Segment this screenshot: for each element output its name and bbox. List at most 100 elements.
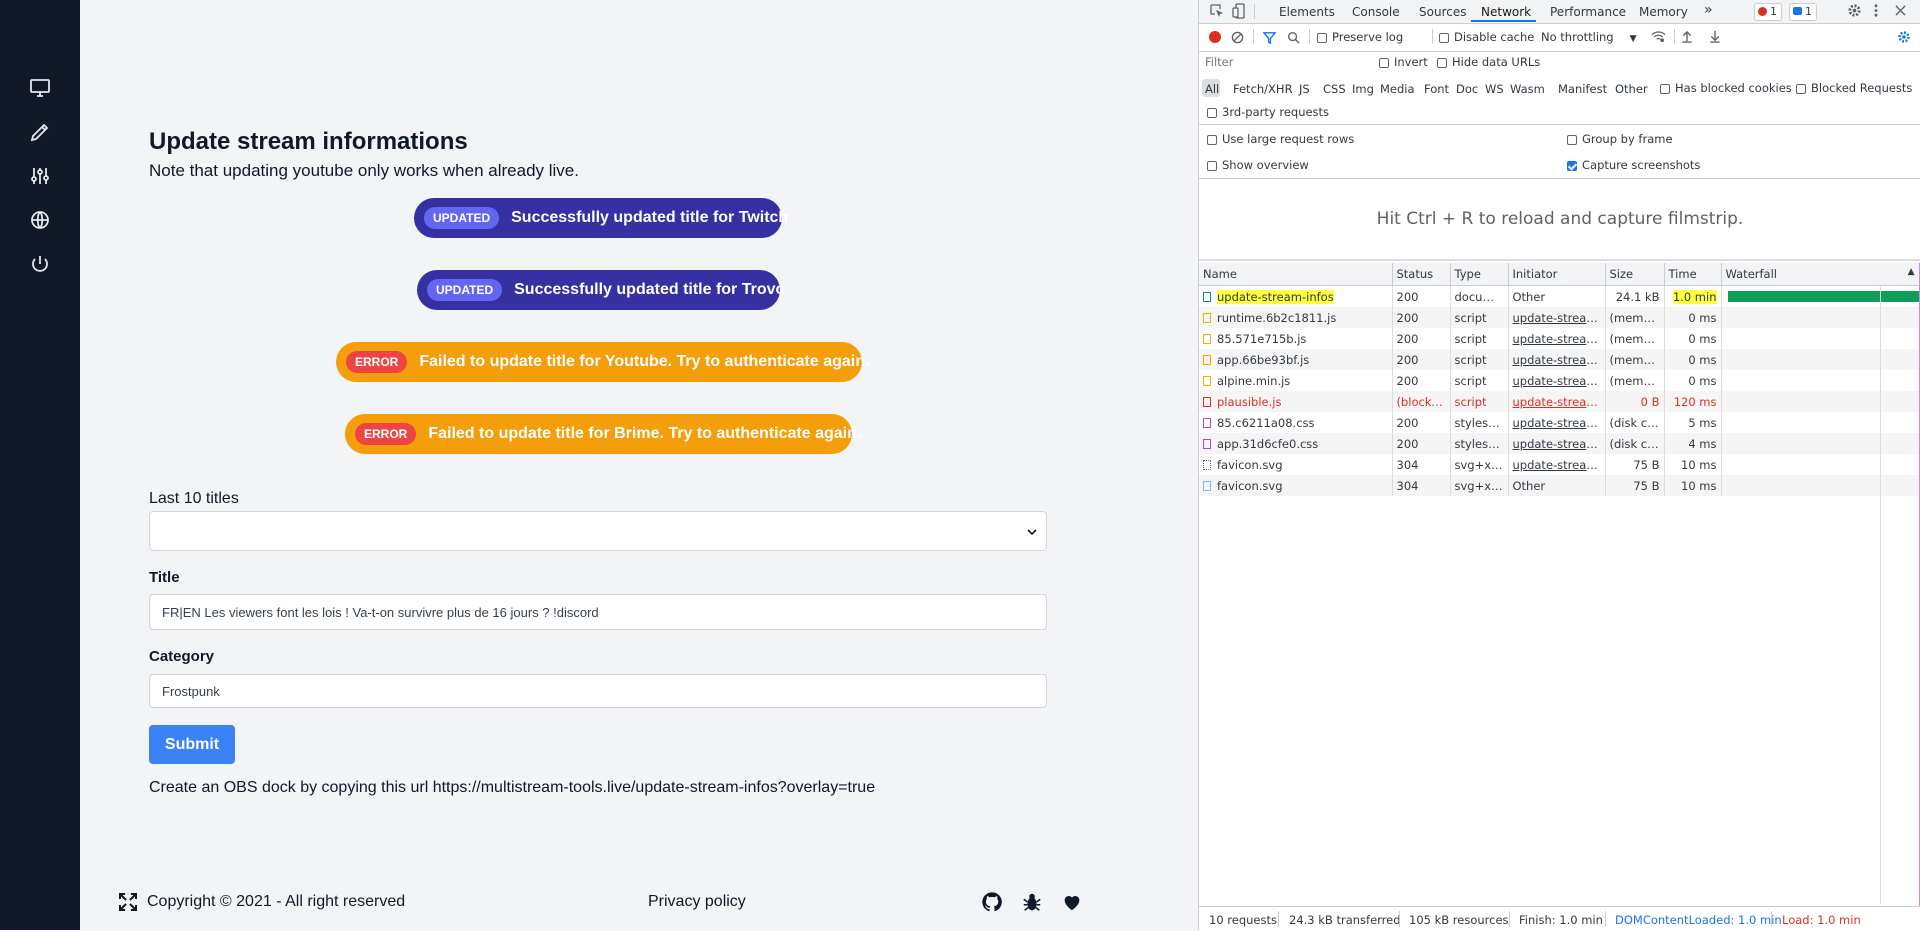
- request-row[interactable]: plausible.js (blocke... script update-strea…: [1199, 391, 1920, 412]
- column-initiator[interactable]: Initiator: [1508, 263, 1606, 286]
- type-filter-ws[interactable]: WS: [1485, 82, 1504, 96]
- tab-network[interactable]: Network: [1481, 5, 1531, 19]
- column-status[interactable]: Status: [1392, 263, 1451, 286]
- request-name-cell[interactable]: update-stream-infos: [1199, 285, 1393, 307]
- blocked-requests-checkbox[interactable]: Blocked Requests: [1796, 81, 1912, 95]
- record-icon[interactable]: [1209, 31, 1221, 43]
- device-toolbar-icon[interactable]: [1232, 3, 1246, 19]
- blocked-cookies-checkbox[interactable]: Has blocked cookies: [1660, 81, 1792, 95]
- request-row[interactable]: app.66be93bf.js 200 script update-stream...…: [1199, 349, 1920, 370]
- request-initiator-text[interactable]: update-stream...: [1513, 458, 1605, 472]
- fullscreen-icon[interactable]: [117, 891, 139, 913]
- search-icon[interactable]: [1287, 31, 1300, 44]
- submit-button[interactable]: Submit: [149, 725, 235, 764]
- tab-performance[interactable]: Performance: [1550, 5, 1626, 19]
- type-filter-js[interactable]: JS: [1299, 82, 1310, 96]
- third-party-checkbox[interactable]: 3rd-party requests: [1207, 105, 1329, 119]
- request-size-text: (disk ca...: [1609, 415, 1664, 430]
- capture-screenshots-checkbox[interactable]: Capture screenshots: [1567, 158, 1700, 172]
- type-filter-other[interactable]: Other: [1615, 82, 1648, 96]
- type-filter-css[interactable]: CSS: [1323, 82, 1346, 96]
- last-titles-select[interactable]: [149, 511, 1047, 551]
- request-initiator-text[interactable]: update-stream...: [1513, 416, 1605, 430]
- category-input[interactable]: Frostpunk: [149, 674, 1047, 708]
- pen-icon[interactable]: [28, 120, 52, 144]
- request-row[interactable]: favicon.svg 304 svg+xml Other 75 B 10 ms: [1199, 475, 1920, 496]
- request-row[interactable]: update-stream-infos 200 docum... Other 24.1 …: [1199, 285, 1920, 307]
- request-initiator-text[interactable]: update-stream...: [1513, 437, 1605, 451]
- preserve-log-checkbox[interactable]: Preserve log: [1317, 30, 1403, 44]
- request-row[interactable]: favicon.svg 304 svg+xml update-stream... 75 …: [1199, 454, 1920, 475]
- throttling-select[interactable]: No throttling ▼: [1541, 30, 1637, 44]
- request-initiator-text[interactable]: update-stream...: [1513, 353, 1605, 367]
- bug-icon[interactable]: [1021, 891, 1043, 913]
- type-filter-fetch[interactable]: Fetch/XHR: [1233, 82, 1293, 96]
- network-conditions-icon[interactable]: [1651, 30, 1666, 43]
- column-size[interactable]: Size: [1605, 263, 1665, 286]
- request-name-cell[interactable]: runtime.6b2c1811.js: [1199, 307, 1393, 328]
- sliders-icon[interactable]: [28, 164, 52, 188]
- message-counter[interactable]: 1: [1789, 3, 1817, 21]
- tab-sources[interactable]: Sources: [1419, 5, 1466, 19]
- show-overview-checkbox[interactable]: Show overview: [1207, 158, 1309, 172]
- request-row[interactable]: runtime.6b2c1811.js 200 script update-strea…: [1199, 307, 1920, 328]
- request-initiator-text[interactable]: update-stream...: [1513, 395, 1605, 409]
- hide-data-urls-checkbox[interactable]: Hide data URLs: [1437, 55, 1540, 69]
- column-time[interactable]: Time: [1664, 263, 1722, 286]
- request-initiator-text[interactable]: update-stream...: [1513, 332, 1605, 346]
- power-icon[interactable]: [28, 252, 52, 276]
- request-size: (disk ca...: [1605, 433, 1665, 454]
- tab-console[interactable]: Console: [1352, 5, 1400, 19]
- close-icon[interactable]: [1895, 5, 1906, 16]
- type-filter-manifest[interactable]: Manifest: [1558, 82, 1607, 96]
- request-name-cell[interactable]: 85.571e715b.js: [1199, 328, 1393, 349]
- request-name-cell[interactable]: app.66be93bf.js: [1199, 349, 1393, 370]
- monitor-icon[interactable]: [28, 76, 52, 100]
- type-filter-all[interactable]: All: [1205, 82, 1219, 96]
- invert-checkbox[interactable]: Invert: [1379, 55, 1428, 69]
- request-name-cell[interactable]: favicon.svg: [1199, 475, 1393, 496]
- error-counter[interactable]: 1: [1754, 3, 1782, 21]
- gear-icon[interactable]: [1847, 3, 1862, 18]
- type-filter-wasm[interactable]: Wasm: [1510, 82, 1545, 96]
- type-filter-media[interactable]: Media: [1380, 82, 1415, 96]
- globe-icon[interactable]: [28, 208, 52, 232]
- export-har-icon[interactable]: [1709, 30, 1721, 43]
- filter-input[interactable]: [1203, 54, 1365, 69]
- request-row[interactable]: app.31d6cfe0.css 200 stylesh... update-stre…: [1199, 433, 1920, 454]
- title-input[interactable]: FR|EN Les viewers font les lois ! Va-t-o…: [149, 594, 1047, 630]
- column-type[interactable]: Type: [1450, 263, 1509, 286]
- heart-icon[interactable]: [1061, 891, 1083, 913]
- request-name-cell[interactable]: 85.c6211a08.css: [1199, 412, 1393, 433]
- request-initiator-text[interactable]: update-stream...: [1513, 311, 1605, 325]
- group-by-frame-checkbox[interactable]: Group by frame: [1567, 132, 1673, 146]
- filter-icon[interactable]: [1263, 31, 1276, 44]
- network-settings-icon[interactable]: [1897, 30, 1911, 44]
- large-rows-checkbox[interactable]: Use large request rows: [1207, 132, 1354, 146]
- privacy-policy-link[interactable]: Privacy policy: [648, 893, 746, 911]
- more-tabs-icon[interactable]: »: [1704, 2, 1713, 18]
- type-filter-doc[interactable]: Doc: [1456, 82, 1478, 96]
- request-name-cell[interactable]: favicon.svg: [1199, 454, 1393, 475]
- request-name-cell[interactable]: alpine.min.js: [1199, 370, 1393, 391]
- request-name-cell[interactable]: plausible.js: [1199, 391, 1393, 412]
- type-filter-img[interactable]: Img: [1352, 82, 1374, 96]
- request-row[interactable]: 85.c6211a08.css 200 stylesh... update-strea…: [1199, 412, 1920, 433]
- clear-icon[interactable]: [1231, 31, 1244, 44]
- request-row[interactable]: alpine.min.js 200 script update-stream... (m…: [1199, 370, 1920, 391]
- request-size-text: (memo...: [1609, 373, 1662, 388]
- request-initiator-text[interactable]: update-stream...: [1513, 374, 1605, 388]
- disable-cache-checkbox[interactable]: Disable cache: [1439, 30, 1534, 44]
- column-name[interactable]: Name: [1199, 263, 1393, 286]
- type-filter-font[interactable]: Font: [1424, 82, 1449, 96]
- file-css-icon: [1203, 418, 1211, 428]
- github-icon[interactable]: [981, 891, 1003, 913]
- tab-memory[interactable]: Memory: [1639, 5, 1688, 19]
- import-har-icon[interactable]: [1681, 30, 1693, 43]
- inspect-element-icon[interactable]: [1210, 4, 1224, 18]
- request-row[interactable]: 85.571e715b.js 200 script update-stream... (…: [1199, 328, 1920, 349]
- column-waterfall[interactable]: Waterfall ▲: [1721, 263, 1920, 286]
- tab-elements[interactable]: Elements: [1279, 5, 1335, 19]
- kebab-menu-icon[interactable]: [1873, 3, 1879, 18]
- request-name-cell[interactable]: app.31d6cfe0.css: [1199, 433, 1393, 454]
